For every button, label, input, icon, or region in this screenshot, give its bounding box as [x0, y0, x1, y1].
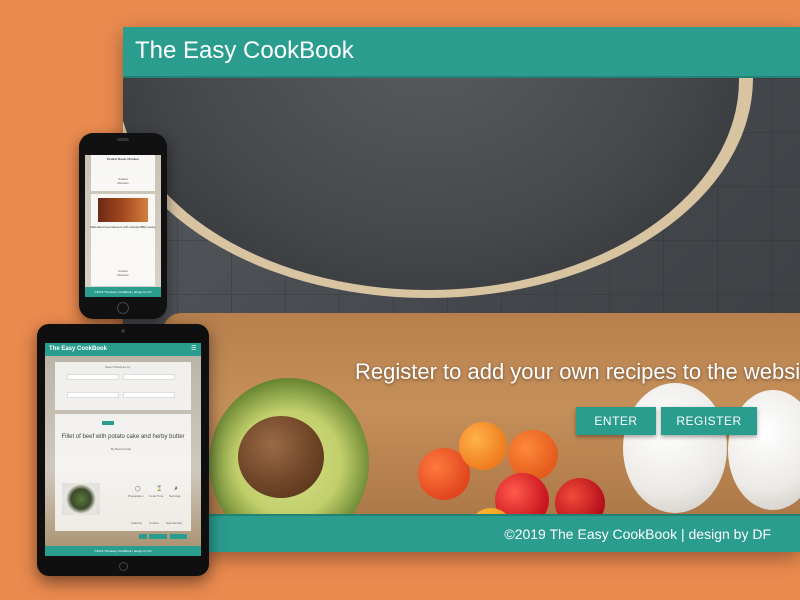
egg	[623, 383, 727, 513]
cutlery-icon: ✗	[174, 486, 179, 492]
search-title: Search Recipes by:	[105, 365, 132, 369]
recipe-image	[98, 198, 148, 222]
action-button[interactable]	[149, 534, 167, 539]
tablet-camera	[121, 329, 125, 333]
phone-footer: ©2019 The Easy CookBook | design by DF	[85, 287, 161, 297]
recipe-title[interactable]: Marinated beef skewers with chipotle BBQ…	[85, 225, 161, 229]
cook-time-label: Cook Time	[149, 494, 164, 498]
action-button[interactable]	[170, 534, 187, 539]
site-title[interactable]: The Easy CookBook	[135, 37, 354, 65]
tablet-footer: ©2019 The Easy CookBook | design by DF	[45, 546, 201, 556]
recipe-title: Fillet of beef with potato cake and herb…	[61, 434, 185, 440]
card-title: Perfect Roast Chicken	[107, 157, 139, 161]
tomato	[508, 430, 558, 480]
recipe-author: By Beef Family	[111, 447, 132, 451]
search-card	[55, 362, 191, 410]
hamburger-icon[interactable]: ☰	[191, 346, 197, 352]
phone-mockup: Perfect Roast Chicken Cuisine Mexican Ma…	[79, 133, 167, 319]
action-button[interactable]	[139, 534, 147, 539]
preparation-icon: ◯	[135, 486, 141, 492]
cuisine-label: Cuisine	[149, 521, 160, 525]
register-button[interactable]: REGISTER	[661, 407, 757, 435]
tablet-screen: The Easy CookBook ☰ Search Recipes by: F…	[45, 343, 201, 556]
phone-speaker	[117, 138, 129, 141]
search-field[interactable]	[67, 374, 119, 380]
site-footer: ©2019 The Easy CookBook | design by DF	[123, 514, 800, 552]
tomato	[459, 422, 507, 470]
avocado-pit	[238, 416, 324, 498]
special-diet-label: Special Diet	[166, 521, 183, 525]
recipe-image	[62, 483, 100, 515]
site-header: The Easy CookBook	[123, 27, 800, 78]
card-value: Mexican	[117, 273, 129, 277]
hero-headline: Register to add your own recipes to the …	[355, 359, 800, 384]
search-field[interactable]	[67, 392, 119, 398]
tablet-mockup: The Easy CookBook ☰ Search Recipes by: F…	[37, 324, 209, 576]
search-field[interactable]	[123, 374, 175, 380]
tablet-site-title[interactable]: The Easy CookBook	[49, 346, 107, 352]
tablet-home-button	[119, 562, 128, 571]
preparation-label: Preparation	[128, 494, 144, 498]
desktop-mockup: Register to add your own recipes to the …	[123, 27, 800, 552]
servings-label: Servings	[169, 494, 181, 498]
footer-copyright: ©2019 The Easy CookBook | design by DF	[504, 526, 771, 542]
tablet-header: The Easy CookBook ☰	[45, 343, 201, 356]
phone-screen: Perfect Roast Chicken Cuisine Mexican Ma…	[85, 155, 161, 297]
hourglass-icon: ⌛	[156, 486, 163, 492]
search-field[interactable]	[123, 392, 175, 398]
enter-button[interactable]: ENTER	[576, 407, 656, 435]
phone-home-button	[117, 302, 129, 314]
card-value: Mexican	[117, 181, 129, 185]
category-tag	[102, 421, 114, 425]
hero-image: Register to add your own recipes to the …	[123, 78, 800, 514]
calories-label: Calories	[131, 521, 143, 525]
